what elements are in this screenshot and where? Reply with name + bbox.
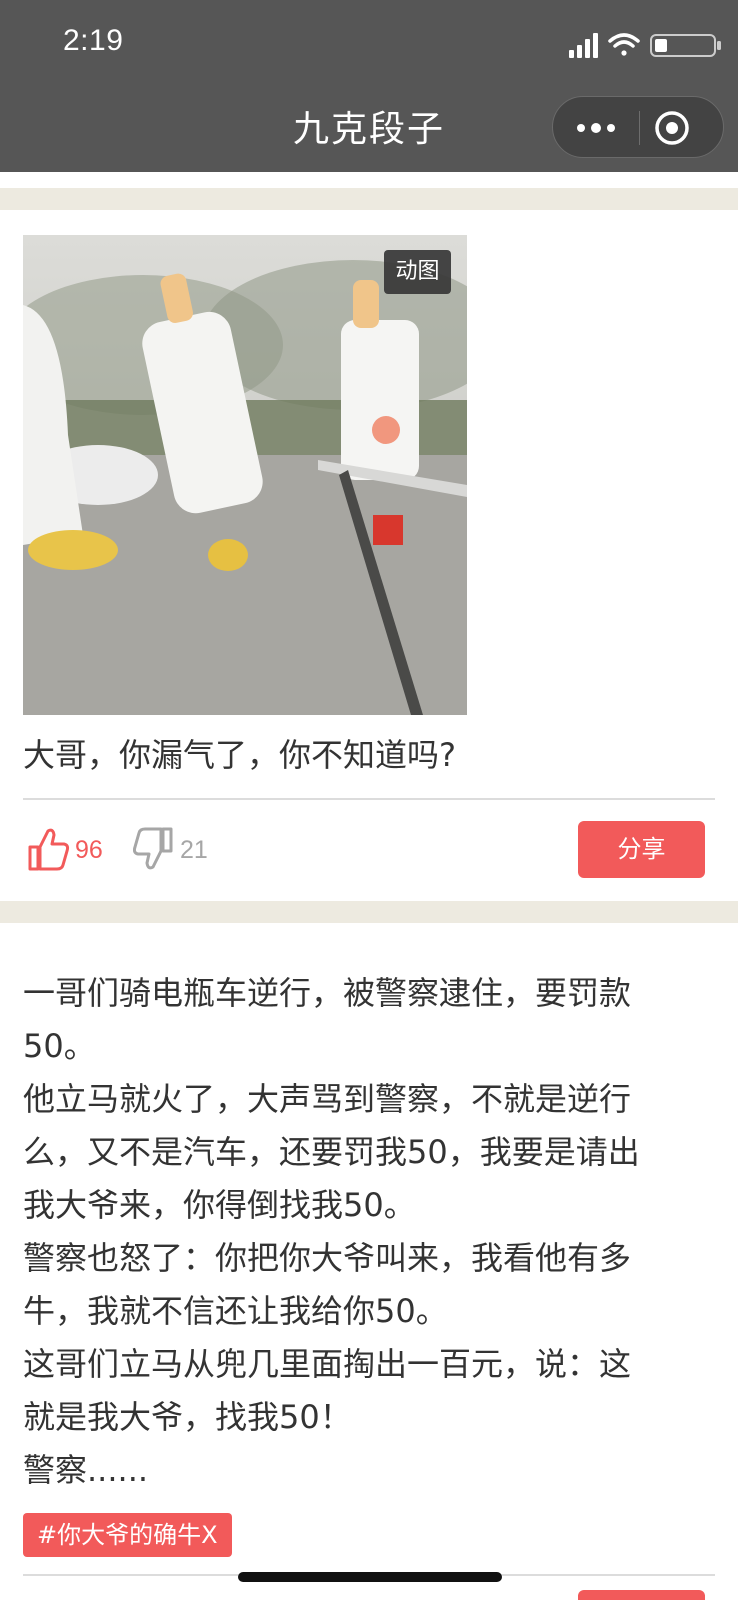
share-button[interactable]: 分享 bbox=[578, 821, 705, 878]
divider-line bbox=[23, 798, 715, 800]
wifi-icon bbox=[608, 33, 640, 56]
joke-line: 么，又不是汽车，还要罚我50，我要是请出 bbox=[23, 1133, 640, 1171]
capsule-divider bbox=[639, 111, 640, 145]
mini-program-capsule bbox=[552, 96, 724, 158]
share-button-next[interactable] bbox=[578, 1590, 705, 1600]
separator-band bbox=[0, 188, 738, 210]
joke-line: 他立马就火了，大声骂到警察，不就是逆行 bbox=[23, 1080, 632, 1118]
joke-text: 一哥们骑电瓶车逆行，被警察逮住，要罚款 50。 他立马就火了，大声骂到警察，不就… bbox=[23, 967, 723, 1497]
post-caption: 大哥，你漏气了，你不知道吗? bbox=[23, 736, 456, 774]
joke-line: 一哥们骑电瓶车逆行，被警察逮住，要罚款 bbox=[23, 974, 632, 1012]
joke-line: 牛，我就不信还让我给你50。 bbox=[23, 1292, 448, 1330]
dislike-count: 21 bbox=[180, 836, 208, 864]
thumbs-up-icon[interactable] bbox=[26, 825, 71, 873]
post-gif-image[interactable] bbox=[23, 235, 467, 715]
status-icons bbox=[569, 33, 721, 58]
gif-illustration bbox=[23, 235, 467, 715]
top-bar: 2:19 九克段子 bbox=[0, 0, 738, 172]
joke-line: 50。 bbox=[23, 1027, 96, 1065]
joke-line: 就是我大爷，找我50！ bbox=[23, 1398, 352, 1436]
joke-line: 这哥们立马从兜几里面掏出一百元，说：这 bbox=[23, 1345, 632, 1383]
like-count: 96 bbox=[75, 836, 103, 864]
topic-tag[interactable]: #你大爷的确牛X bbox=[23, 1513, 232, 1557]
thumbs-down-icon[interactable] bbox=[133, 825, 175, 873]
joke-line: 我大爷来，你得倒找我50。 bbox=[23, 1186, 416, 1224]
target-circle-icon[interactable] bbox=[653, 109, 691, 147]
more-dots-icon[interactable] bbox=[571, 113, 621, 143]
home-indicator bbox=[238, 1572, 502, 1582]
status-time: 2:19 bbox=[63, 24, 124, 57]
joke-line: 警察也怒了：你把你大爷叫来，我看他有多 bbox=[23, 1239, 632, 1277]
gif-badge: 动图 bbox=[384, 250, 451, 294]
cellular-signal-icon bbox=[569, 33, 598, 58]
battery-icon bbox=[650, 34, 721, 57]
joke-line: 警察...... bbox=[23, 1451, 149, 1489]
separator-band bbox=[0, 901, 738, 923]
